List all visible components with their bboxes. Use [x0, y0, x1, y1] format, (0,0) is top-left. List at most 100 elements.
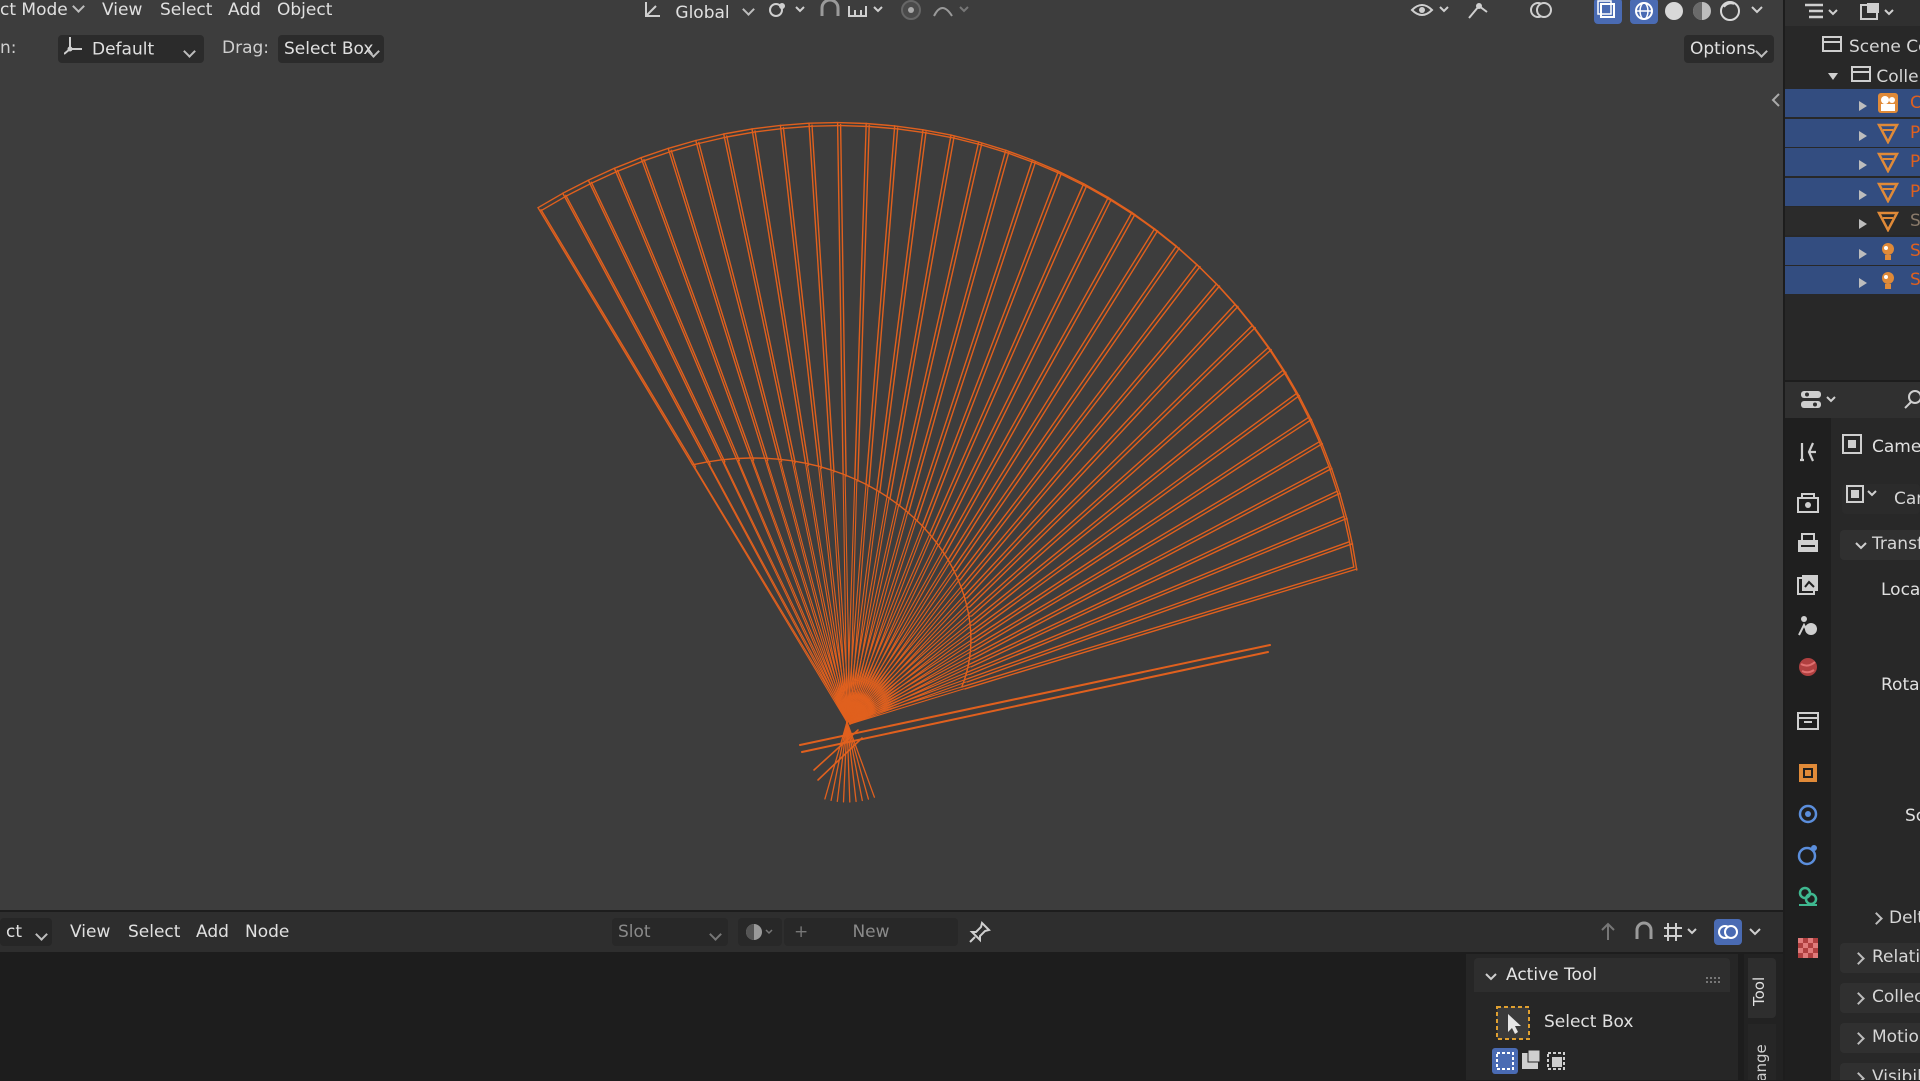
material-slot-dropdown[interactable]: Slot: [612, 918, 728, 946]
light-object-icon: [1877, 240, 1899, 267]
outliner-item-row[interactable]: P: [1785, 119, 1920, 147]
render-tab-icon[interactable]: [1795, 490, 1821, 516]
drag-handle-icon[interactable]: [1706, 970, 1722, 990]
visibility-panel[interactable]: Visibili: [1840, 1063, 1920, 1080]
collections-panel-title: Collect: [1872, 987, 1920, 1007]
sidebar-tabs: Tool Arrange: [1744, 954, 1783, 1080]
delta-expand-icon: [1870, 912, 1883, 925]
editor-mode-dropdown[interactable]: ct: [0, 918, 52, 946]
active-tool-panel: Active Tool Select Box: [1466, 954, 1738, 1080]
relations-panel[interactable]: Relatio: [1840, 943, 1920, 973]
transform-panel-header[interactable]: Transfo: [1840, 530, 1920, 560]
node-menu-view[interactable]: View: [70, 922, 110, 944]
visibility-expand-icon: [1852, 1072, 1865, 1080]
transform-panel-title: Transfo: [1872, 534, 1920, 554]
pin-icon[interactable]: [968, 920, 992, 949]
collections-panel[interactable]: Collect: [1840, 983, 1920, 1013]
collection-label: Colle: [1876, 67, 1918, 87]
node-snap-target-icon[interactable]: [1662, 920, 1706, 949]
outliner-item-label: C: [1910, 93, 1920, 113]
outliner-item-label: P: [1910, 123, 1920, 143]
material-sphere-icon: [744, 922, 778, 951]
output-tab-icon[interactable]: [1795, 531, 1821, 557]
object-browse-icon: [1846, 484, 1882, 514]
texture-tab-icon[interactable]: [1795, 935, 1821, 961]
slot-label: Slot: [618, 922, 651, 942]
editor-mode-value: ct: [6, 922, 22, 942]
modifiers-tab-icon[interactable]: [1795, 801, 1821, 827]
expand-arrow-icon[interactable]: [1858, 127, 1868, 147]
constraints-tab-icon[interactable]: [1795, 883, 1821, 909]
scene-collection-icon: [1821, 34, 1843, 59]
world-tab-icon[interactable]: [1795, 654, 1821, 680]
outliner-item-label: P: [1910, 182, 1920, 202]
scene-collection-label: Scene Co: [1849, 37, 1920, 57]
tool-tab-icon[interactable]: [1795, 440, 1821, 466]
mesh-object-icon: [1877, 210, 1899, 237]
view-layer-tab-icon[interactable]: [1795, 572, 1821, 598]
tab-tool[interactable]: Tool: [1748, 958, 1776, 1018]
parent-node-tree-icon[interactable]: [1596, 920, 1620, 949]
relations-expand-icon: [1852, 952, 1865, 965]
select-box-tool-icon[interactable]: [1496, 1006, 1530, 1045]
editor-type-icon[interactable]: [1799, 388, 1843, 417]
outliner-item-row[interactable]: P: [1785, 148, 1920, 176]
expand-arrow-icon[interactable]: [1858, 245, 1868, 265]
relations-panel-title: Relatio: [1872, 947, 1920, 967]
select-mode-buttons: [1492, 1046, 1572, 1081]
delta-transform-subpanel[interactable]: Delt: [1872, 908, 1920, 928]
new-material-button[interactable]: + New: [784, 918, 958, 946]
node-menu-node[interactable]: Node: [245, 922, 289, 944]
outliner-item-row[interactable]: S: [1785, 207, 1920, 235]
collection-tab-icon[interactable]: [1795, 708, 1821, 734]
outliner-item-row[interactable]: S: [1785, 266, 1920, 294]
material-browse-button[interactable]: [738, 918, 782, 946]
object-name-label: Came: [1872, 437, 1920, 457]
outliner-item-row[interactable]: S: [1785, 237, 1920, 265]
visibility-panel-title: Visibili: [1872, 1067, 1920, 1080]
object-name-row[interactable]: Came: [1842, 434, 1920, 459]
expand-arrow-icon[interactable]: [1858, 186, 1868, 206]
shader-editor-header: ct View Select Add Node Slot + New: [0, 912, 1783, 952]
outliner-item-row[interactable]: C: [1785, 89, 1920, 117]
node-snap-icon[interactable]: [1632, 920, 1656, 949]
expand-arrow-icon[interactable]: [1858, 274, 1868, 294]
outliner-header: [1785, 0, 1920, 26]
scale-label: Sc: [1905, 801, 1920, 831]
tab-arrange[interactable]: Arrange: [1748, 1024, 1776, 1080]
motion-panel-title: Motion: [1872, 1027, 1920, 1047]
outliner-item-row[interactable]: P: [1785, 178, 1920, 206]
expand-arrow-icon[interactable]: [1858, 156, 1868, 176]
mesh-object-icon: [1877, 122, 1899, 149]
properties-tab-bar: [1785, 418, 1831, 1080]
outliner-item-label: P: [1910, 152, 1920, 172]
physics-tab-icon[interactable]: [1795, 842, 1821, 868]
object-selector-field[interactable]: Car: [1842, 484, 1920, 514]
object-tab-icon[interactable]: [1795, 760, 1821, 786]
expand-arrow-icon[interactable]: [1858, 97, 1868, 117]
expand-arrow-icon[interactable]: [1858, 215, 1868, 235]
node-overlays-dropdown-icon[interactable]: [1746, 920, 1766, 949]
location-label: Locat: [1881, 575, 1920, 605]
node-menu-select[interactable]: Select: [128, 922, 180, 944]
active-tool-name: Select Box: [1544, 1012, 1633, 1032]
outliner: Scene Co Colle CPPPSSS: [1785, 0, 1920, 380]
outliner-scene-row[interactable]: Scene Co: [1821, 34, 1920, 59]
expand-arrow-icon: [1827, 67, 1839, 87]
fan-mesh-wireframe[interactable]: [0, 0, 1783, 910]
light-object-icon: [1877, 269, 1899, 296]
scene-tab-icon[interactable]: [1795, 613, 1821, 639]
search-icon[interactable]: [1903, 388, 1920, 417]
active-tool-title: Active Tool: [1506, 965, 1597, 985]
new-material-label: New: [852, 922, 889, 942]
filter-icon[interactable]: [1859, 1, 1903, 30]
transform-expand-icon: [1854, 537, 1868, 557]
node-overlays-icon[interactable]: [1714, 919, 1742, 950]
shader-editor[interactable]: ct View Select Add Node Slot + New: [0, 912, 1783, 1080]
display-mode-icon[interactable]: [1803, 1, 1845, 30]
outliner-collection-row[interactable]: Colle: [1827, 64, 1919, 89]
3d-viewport[interactable]: ct Mode View Select Add Object Global: [0, 0, 1783, 910]
node-menu-add[interactable]: Add: [196, 922, 229, 944]
active-tool-panel-header[interactable]: Active Tool: [1474, 958, 1730, 992]
motion-paths-panel[interactable]: Motion: [1840, 1023, 1920, 1053]
